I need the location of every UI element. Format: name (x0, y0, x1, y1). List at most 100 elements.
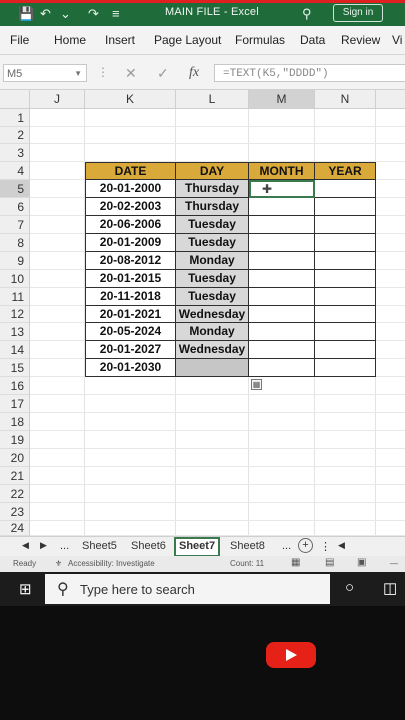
row-header[interactable]: 19 (0, 431, 30, 449)
month-cell[interactable] (249, 216, 315, 234)
date-cell[interactable]: 20-05-2024 (85, 323, 176, 341)
tab-data[interactable]: Data (300, 33, 325, 47)
tab-insert[interactable]: Insert (105, 33, 135, 47)
day-cell[interactable]: Tuesday (176, 270, 249, 288)
normal-view-icon[interactable]: ▦ (291, 557, 300, 568)
youtube-play-icon[interactable] (266, 642, 316, 668)
tab-home[interactable]: Home (54, 33, 86, 47)
date-cell[interactable]: 20-01-2009 (85, 234, 176, 252)
day-cell[interactable]: Wednesday (176, 341, 249, 359)
row-header[interactable]: 24 (0, 521, 30, 536)
column-header-o[interactable] (376, 90, 405, 109)
header-month[interactable]: MONTH (249, 162, 315, 180)
header-day[interactable]: DAY (176, 162, 249, 180)
search-icon[interactable]: ⚲ (302, 6, 312, 22)
row-header[interactable]: 15 (0, 359, 30, 377)
row-header[interactable]: 10 (0, 270, 30, 288)
day-cell[interactable]: Tuesday (176, 234, 249, 252)
quick-analysis-icon[interactable]: ▦ (251, 379, 262, 390)
month-cell[interactable] (249, 234, 315, 252)
row-header[interactable]: 14 (0, 341, 30, 359)
month-cell[interactable] (249, 288, 315, 306)
date-cell[interactable]: 20-01-2027 (85, 341, 176, 359)
windows-start-icon[interactable]: ⊞ (19, 580, 32, 598)
row-header[interactable]: 7 (0, 216, 30, 234)
year-cell[interactable] (315, 288, 376, 306)
widgets-icon[interactable]: ◫ (383, 579, 397, 597)
column-header-k[interactable]: K (85, 90, 176, 109)
year-cell[interactable] (315, 180, 376, 198)
column-header-j[interactable]: J (30, 90, 85, 109)
column-header-n[interactable]: N (315, 90, 376, 109)
day-cell[interactable]: Tuesday (176, 288, 249, 306)
date-cell[interactable]: 20-02-2003 (85, 198, 176, 216)
year-cell[interactable] (315, 306, 376, 323)
dropdown-icon[interactable]: ⌄ (60, 6, 71, 22)
chevron-down-icon[interactable]: ▼ (74, 65, 82, 83)
select-all-corner[interactable] (0, 90, 30, 109)
page-layout-view-icon[interactable]: ▤ (325, 557, 334, 568)
day-cell[interactable]: Monday (176, 323, 249, 341)
year-cell[interactable] (315, 252, 376, 270)
add-sheet-icon[interactable]: + (298, 538, 313, 553)
tab-review[interactable]: Review (341, 33, 380, 47)
month-cell[interactable] (249, 323, 315, 341)
sheets-overflow-right[interactable]: ... (282, 540, 291, 552)
date-cell[interactable]: 20-01-2000 (85, 180, 176, 198)
page-break-view-icon[interactable]: ▣ (357, 557, 366, 568)
year-cell[interactable] (315, 323, 376, 341)
scroll-left-icon[interactable]: ◀ (338, 540, 345, 551)
month-cell[interactable] (249, 359, 315, 377)
tab-page-layout[interactable]: Page Layout (154, 33, 221, 47)
month-cell[interactable] (249, 306, 315, 323)
row-header[interactable]: 4 (0, 162, 30, 180)
tab-formulas[interactable]: Formulas (235, 33, 285, 47)
row-header[interactable]: 23 (0, 503, 30, 521)
row-header[interactable]: 21 (0, 467, 30, 485)
previous-sheet-icon[interactable]: ◀ (22, 540, 29, 551)
day-cell[interactable]: Monday (176, 252, 249, 270)
redo-icon[interactable]: ↷ (88, 6, 99, 22)
undo-icon[interactable]: ↶ (40, 6, 51, 22)
date-cell[interactable]: 20-01-2030 (85, 359, 176, 377)
row-header[interactable]: 16 (0, 377, 30, 395)
header-year[interactable]: YEAR (315, 162, 376, 180)
column-header-m[interactable]: M (249, 90, 315, 109)
day-cell[interactable]: Wednesday (176, 306, 249, 323)
month-cell[interactable] (249, 341, 315, 359)
insert-function-icon[interactable]: fx (189, 65, 199, 81)
year-cell[interactable] (315, 359, 376, 377)
sheet-tab-sheet8[interactable]: Sheet8 (230, 540, 265, 552)
cancel-icon[interactable]: ✕ (125, 65, 137, 82)
worksheet-grid[interactable]: J K L M N 1 2 3 4 5 6 7 8 9 10 11 12 13 14 15 16 17 18 19 2… (0, 90, 405, 536)
row-header[interactable]: 17 (0, 395, 30, 413)
row-header[interactable]: 22 (0, 485, 30, 503)
customize-icon[interactable]: ≡ (112, 6, 120, 21)
accessibility-status[interactable]: Accessibility: Investigate (68, 559, 155, 568)
tab-view[interactable]: Vi (392, 33, 402, 47)
row-header[interactable]: 2 (0, 127, 30, 144)
day-cell[interactable]: Thursday (176, 198, 249, 216)
row-header[interactable]: 8 (0, 234, 30, 252)
name-box[interactable]: M5 ▼ (3, 64, 87, 82)
row-header[interactable]: 3 (0, 144, 30, 162)
column-header-l[interactable]: L (176, 90, 249, 109)
month-cell[interactable] (249, 252, 315, 270)
row-header[interactable]: 11 (0, 288, 30, 306)
active-cell-m5[interactable] (249, 180, 315, 198)
month-cell[interactable] (249, 198, 315, 216)
sheet-tab-sheet6[interactable]: Sheet6 (131, 540, 166, 552)
save-icon[interactable]: 💾 (18, 6, 34, 22)
next-sheet-icon[interactable]: ▶ (40, 540, 47, 551)
row-header[interactable]: 12 (0, 306, 30, 323)
formula-input[interactable]: =TEXT(K5,"DDDD") (214, 64, 405, 82)
year-cell[interactable] (315, 216, 376, 234)
tab-file[interactable]: File (10, 33, 29, 47)
enter-icon[interactable]: ✓ (157, 65, 169, 82)
date-cell[interactable]: 20-08-2012 (85, 252, 176, 270)
year-cell[interactable] (315, 198, 376, 216)
row-header[interactable]: 6 (0, 198, 30, 216)
row-header[interactable]: 9 (0, 252, 30, 270)
zoom-slider[interactable]: — (390, 559, 398, 568)
task-view-icon[interactable]: ○ (345, 579, 354, 596)
